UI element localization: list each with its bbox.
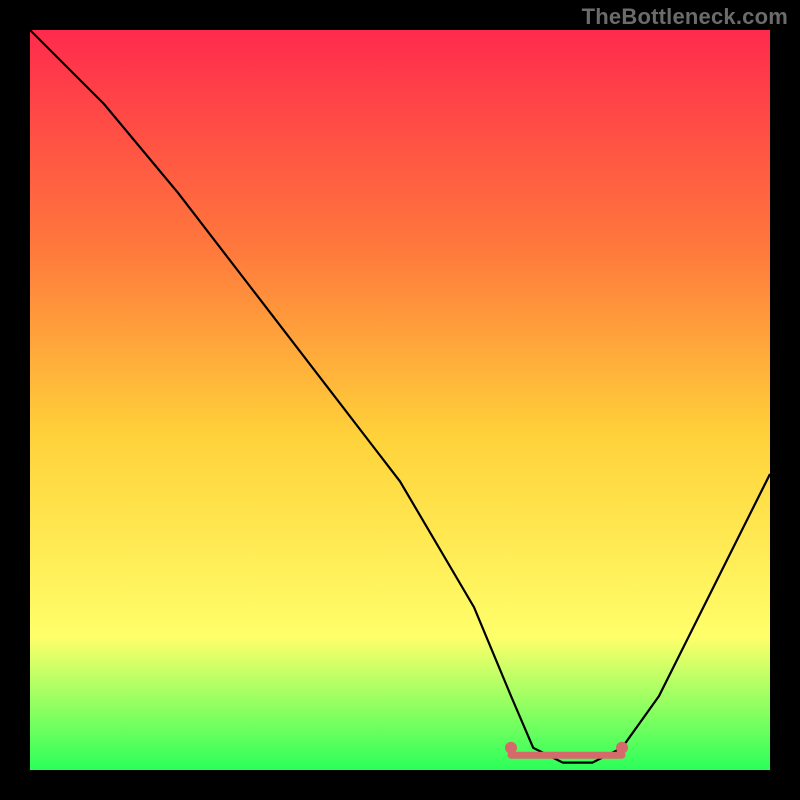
- optimal-marker-left: [505, 742, 517, 754]
- attribution-label: TheBottleneck.com: [582, 4, 788, 30]
- plot-area: [30, 30, 770, 770]
- chart-svg: [30, 30, 770, 770]
- chart-frame: TheBottleneck.com: [0, 0, 800, 800]
- gradient-background: [30, 30, 770, 770]
- optimal-marker-right: [616, 742, 628, 754]
